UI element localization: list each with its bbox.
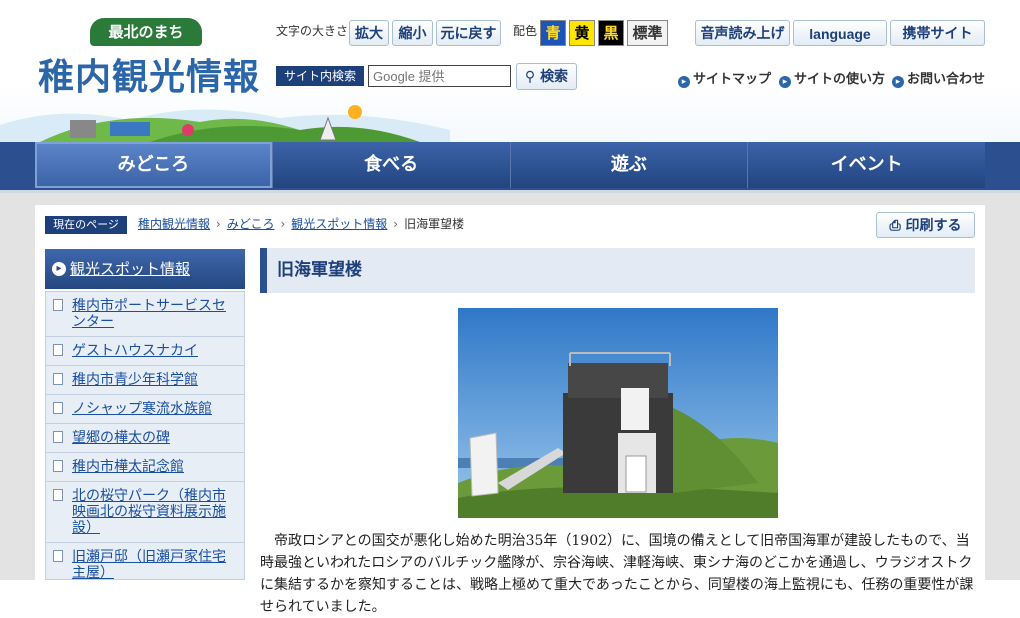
text-to-speech-button[interactable]: 音声読み上げ [695,20,790,46]
nav-item-events[interactable]: イベント [748,142,985,188]
sidebar-item[interactable]: 旧瀬戸邸（旧瀬戸家住宅主屋） [46,543,244,579]
print-button[interactable]: ⎙ 印刷する [876,212,975,238]
sidebar-item[interactable]: 稚内市樺太記念館 [46,453,244,482]
arrow-circle-icon: ▸ [892,76,904,88]
document-icon [53,489,63,501]
document-icon [53,550,63,562]
article-body: 帝政ロシアとの国交が悪化し始めた明治35年（1902）に、国境の備えとして旧帝国… [260,533,974,615]
font-enlarge-button[interactable]: 拡大 [349,20,389,46]
sidebar-item-label[interactable]: 稚内市ポートサービスセンター [72,298,226,330]
arrow-circle-icon: ▸ [678,76,690,88]
search-button-label: 検索 [540,69,569,85]
sidebar-item-label[interactable]: 望郷の樺太の碑 [72,430,170,446]
arrow-circle-icon: ▸ [779,76,791,88]
language-button[interactable]: language [793,20,887,46]
sidebar-item-label[interactable]: 旧瀬戸邸（旧瀬戸家住宅主屋） [72,549,226,579]
contact-link-label: お問い合わせ [907,72,986,87]
breadcrumb-label: 現在のページ [45,216,127,234]
color-standard-button[interactable]: 標準 [627,20,668,46]
breadcrumb-link-home[interactable]: 稚内観光情報 [138,217,210,231]
site-search-label: サイト内検索 [276,66,364,86]
print-button-label: 印刷する [905,218,962,234]
search-input[interactable] [368,65,511,87]
color-yellow-button[interactable]: 黄 [569,20,595,46]
breadcrumb-separator-icon: › [393,217,399,231]
document-icon [53,431,63,443]
document-icon [53,299,63,311]
sidebar-item-label[interactable]: ノシャップ寒流水族館 [72,401,212,417]
page-title: 旧海軍望楼 [260,248,975,293]
nav-item-sights[interactable]: みどころ [35,142,273,188]
font-size-label: 文字の大きさ [276,24,349,38]
document-icon [53,460,63,472]
watchtower-photo [458,308,778,518]
global-nav: みどころ 食べる 遊ぶ イベント [35,142,985,188]
breadcrumb: 稚内観光情報 › みどころ › 観光スポット情報 › 旧海軍望楼 [138,215,464,232]
sitemap-link-label: サイトマップ [693,72,772,87]
color-scheme-label: 配色 [513,24,538,38]
printer-icon: ⎙ [889,218,901,234]
logo-title: 稚内観光情報 [38,57,261,98]
sidebar-item-label[interactable]: ゲストハウスナカイ [72,343,198,359]
logo-tagline: 最北のまち [90,18,202,46]
how-to-use-link-label: サイトの使い方 [794,72,886,87]
sidebar-item[interactable]: ノシャップ寒流水族館 [46,395,244,424]
nav-item-play[interactable]: 遊ぶ [510,142,749,188]
document-icon [53,373,63,385]
sidebar-item[interactable]: 稚内市ポートサービスセンター [46,292,244,337]
mobile-site-button[interactable]: 携帯サイト [890,20,985,46]
breadcrumb-separator-icon: › [280,217,286,231]
document-icon [53,344,63,356]
contact-link[interactable]: ▸ お問い合わせ [892,68,985,88]
color-black-button[interactable]: 黒 [598,20,624,46]
sidebar-item[interactable]: 望郷の樺太の碑 [46,424,244,453]
sidebar-heading[interactable]: ▸ 観光スポット情報 [45,249,245,289]
sidebar-item-label[interactable]: 北の桜守パーク（稚内市映画北の桜守資料展示施設） [72,488,226,536]
document-icon [53,402,63,414]
sidebar-item-label[interactable]: 稚内市樺太記念館 [72,459,184,475]
color-blue-button[interactable]: 青 [540,20,566,46]
nav-item-eat[interactable]: 食べる [272,142,511,188]
site-logo[interactable]: 最北のまち 稚内観光情報 [38,18,261,98]
header-landscape-illustration [0,105,450,142]
breadcrumb-current: 旧海軍望楼 [404,217,465,231]
sitemap-link[interactable]: ▸ サイトマップ [678,68,771,88]
how-to-use-link[interactable]: ▸ サイトの使い方 [779,68,885,88]
breadcrumb-link-sights[interactable]: みどころ [227,217,275,231]
site-header: 最北のまち 稚内観光情報 文字の大きさ 拡大 縮小 元に戻す 配色 青 黄 黒 … [0,0,1020,142]
sidebar-item[interactable]: 北の桜守パーク（稚内市映画北の桜守資料展示施設） [46,482,244,543]
sidebar-item[interactable]: 稚内市青少年科学館 [46,366,244,395]
search-button[interactable]: ⚲ 検索 [516,63,577,90]
sidebar-item[interactable]: ゲストハウスナカイ [46,337,244,366]
breadcrumb-separator-icon: › [216,217,221,231]
breadcrumb-link-spots[interactable]: 観光スポット情報 [291,217,387,231]
sidebar-list: 稚内市ポートサービスセンター ゲストハウスナカイ 稚内市青少年科学館 ノシャップ… [45,291,245,580]
font-shrink-button[interactable]: 縮小 [392,20,433,46]
font-reset-button[interactable]: 元に戻す [436,20,501,46]
arrow-circle-icon: ▸ [52,262,66,276]
sidebar-item-label[interactable]: 稚内市青少年科学館 [72,372,198,388]
search-icon: ⚲ [524,69,536,85]
sidebar-heading-label: 観光スポット情報 [70,260,191,278]
